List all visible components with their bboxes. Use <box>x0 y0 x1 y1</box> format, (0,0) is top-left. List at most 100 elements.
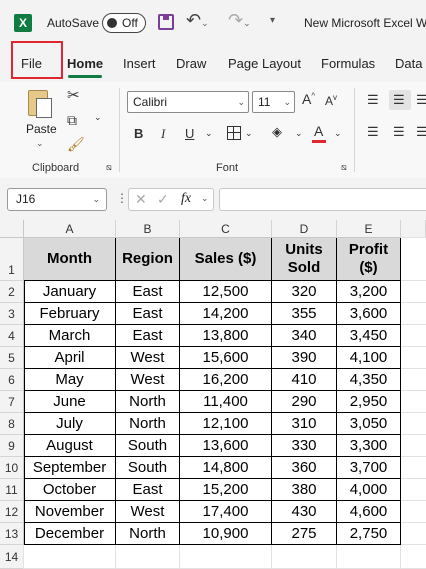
tab-home[interactable]: Home <box>67 56 103 71</box>
table-cell[interactable]: South <box>116 457 180 479</box>
table-cell[interactable]: January <box>24 281 116 303</box>
table-cell[interactable]: 410 <box>272 369 337 391</box>
table-header-cell[interactable]: Sales ($) <box>180 238 272 281</box>
table-cell[interactable]: 430 <box>272 501 337 523</box>
row-header[interactable]: 12 <box>0 501 24 523</box>
font-launcher-icon[interactable]: ⧅ <box>341 162 347 173</box>
table-cell[interactable]: 12,500 <box>180 281 272 303</box>
cancel-icon[interactable]: ✕ <box>135 191 147 208</box>
fill-color-dropdown-icon[interactable]: ⌄ <box>295 128 303 139</box>
table-cell[interactable]: 360 <box>272 457 337 479</box>
table-cell[interactable]: East <box>116 303 180 325</box>
insert-function-icon[interactable]: fx <box>181 191 191 207</box>
format-painter-icon[interactable]: 🖌 <box>67 136 85 153</box>
table-cell[interactable]: West <box>116 347 180 369</box>
row-header[interactable]: 4 <box>0 325 24 347</box>
customize-toolbar-chevron-icon[interactable]: ▾ <box>270 15 275 26</box>
table-cell[interactable]: 4,100 <box>337 347 401 369</box>
table-cell[interactable]: 320 <box>272 281 337 303</box>
table-cell[interactable]: 275 <box>272 523 337 545</box>
table-cell[interactable]: West <box>116 369 180 391</box>
table-cell[interactable]: December <box>24 523 116 545</box>
table-cell[interactable]: East <box>116 325 180 347</box>
table-cell[interactable]: 3,700 <box>337 457 401 479</box>
align-bottom-icon[interactable]: ☰ <box>416 92 426 108</box>
table-cell[interactable]: 3,200 <box>337 281 401 303</box>
font-color-icon[interactable]: A <box>314 123 323 139</box>
table-cell[interactable]: October <box>24 479 116 501</box>
column-header-next[interactable] <box>401 220 426 238</box>
table-cell[interactable]: 11,400 <box>180 391 272 413</box>
italic-button[interactable]: I <box>161 126 165 142</box>
font-name-combo[interactable]: Calibri ⌄ <box>127 91 249 113</box>
table-cell[interactable]: 15,200 <box>180 479 272 501</box>
table-cell[interactable]: 390 <box>272 347 337 369</box>
tab-page-layout[interactable]: Page Layout <box>228 56 301 71</box>
table-header-cell[interactable]: Region <box>116 238 180 281</box>
table-cell[interactable]: 3,050 <box>337 413 401 435</box>
table-cell[interactable]: 10,900 <box>180 523 272 545</box>
tab-insert[interactable]: Insert <box>123 56 156 71</box>
table-cell[interactable]: November <box>24 501 116 523</box>
select-all-corner[interactable] <box>0 220 24 238</box>
align-center-icon[interactable]: ☰ <box>393 124 405 140</box>
table-header-cell[interactable]: Profit ($) <box>337 238 401 281</box>
paste-label[interactable]: Paste <box>26 122 57 136</box>
table-cell[interactable]: 2,950 <box>337 391 401 413</box>
row-header[interactable]: 2 <box>0 281 24 303</box>
fill-color-icon[interactable]: ◈ <box>272 124 282 140</box>
table-cell[interactable]: 4,350 <box>337 369 401 391</box>
tab-data[interactable]: Data <box>395 56 422 71</box>
shrink-font-icon[interactable]: Av <box>325 93 337 108</box>
table-cell[interactable]: 3,600 <box>337 303 401 325</box>
table-cell[interactable]: 14,800 <box>180 457 272 479</box>
autosave-toggle[interactable]: Off <box>102 13 146 33</box>
column-header-c[interactable]: C <box>180 220 272 238</box>
table-cell[interactable]: South <box>116 435 180 457</box>
table-cell[interactable]: 13,600 <box>180 435 272 457</box>
underline-dropdown-icon[interactable]: ⌄ <box>205 128 213 139</box>
table-cell[interactable]: June <box>24 391 116 413</box>
tab-draw[interactable]: Draw <box>176 56 206 71</box>
table-header-cell[interactable]: Units Sold <box>272 238 337 281</box>
column-header-e[interactable]: E <box>337 220 401 238</box>
table-cell[interactable]: 2,750 <box>337 523 401 545</box>
tab-file[interactable]: File <box>21 56 42 71</box>
column-header-a[interactable]: A <box>24 220 116 238</box>
table-cell[interactable]: February <box>24 303 116 325</box>
row-header[interactable]: 7 <box>0 391 24 413</box>
row-header[interactable]: 3 <box>0 303 24 325</box>
font-color-dropdown-icon[interactable]: ⌄ <box>334 128 342 139</box>
bold-button[interactable]: B <box>134 126 143 141</box>
row-header[interactable]: 8 <box>0 413 24 435</box>
borders-dropdown-icon[interactable]: ⌄ <box>245 128 253 139</box>
row-header[interactable]: 13 <box>0 523 24 545</box>
row-header[interactable]: 10 <box>0 457 24 479</box>
underline-button[interactable]: U <box>185 126 194 141</box>
table-cell[interactable]: 380 <box>272 479 337 501</box>
table-cell[interactable]: North <box>116 413 180 435</box>
table-cell[interactable]: August <box>24 435 116 457</box>
chevron-down-icon[interactable]: ⌄ <box>92 189 100 210</box>
chevron-down-icon[interactable]: ⌄ <box>201 193 209 204</box>
font-size-combo[interactable]: 11 ⌄ <box>252 91 295 113</box>
redo-icon[interactable]: ↷⌄ <box>228 10 251 31</box>
tab-formulas[interactable]: Formulas <box>321 56 375 71</box>
table-cell[interactable]: 15,600 <box>180 347 272 369</box>
table-cell[interactable]: March <box>24 325 116 347</box>
row-header[interactable]: 1 <box>0 238 24 281</box>
table-cell[interactable]: 17,400 <box>180 501 272 523</box>
table-cell[interactable]: West <box>116 501 180 523</box>
table-cell[interactable]: 3,300 <box>337 435 401 457</box>
copy-dropdown-icon[interactable]: ⌄ <box>94 112 102 123</box>
table-cell[interactable]: 3,450 <box>337 325 401 347</box>
table-cell[interactable]: 4,600 <box>337 501 401 523</box>
more-options-icon[interactable]: ⋮ <box>116 191 128 205</box>
table-cell[interactable]: 12,100 <box>180 413 272 435</box>
row-header[interactable]: 5 <box>0 347 24 369</box>
table-cell[interactable]: North <box>116 391 180 413</box>
copy-icon[interactable]: ⧉ <box>67 112 77 129</box>
row-header[interactable]: 14 <box>0 545 24 569</box>
paste-icon[interactable] <box>24 88 54 118</box>
table-cell[interactable]: 310 <box>272 413 337 435</box>
